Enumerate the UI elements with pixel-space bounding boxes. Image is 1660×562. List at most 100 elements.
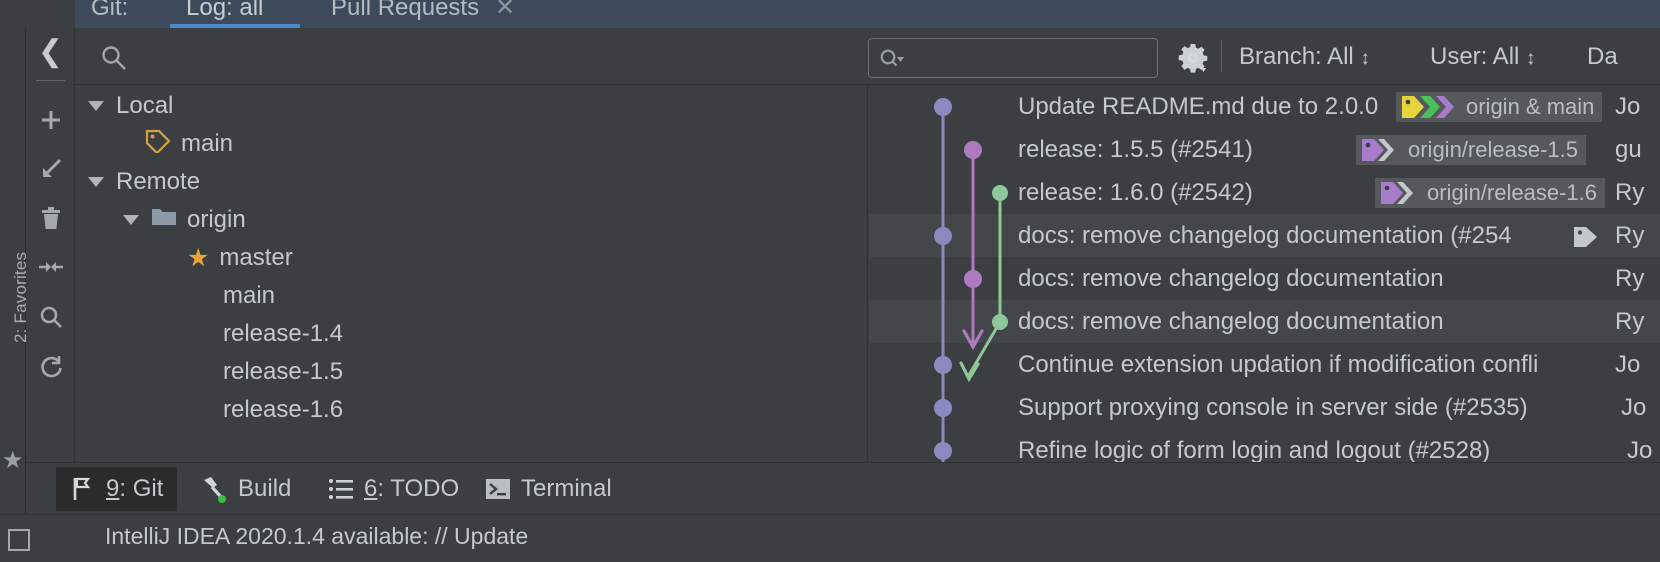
commit-subject: docs: remove changelog documentation [1018, 265, 1444, 292]
commit-graph [934, 98, 1008, 462]
commit-author: Ry [1615, 222, 1645, 249]
bottom-tab-label: 6: TODO [364, 475, 460, 502]
top-left-corner [0, 0, 75, 28]
checkout-icon[interactable] [26, 145, 75, 193]
branch-ref-badge[interactable]: origin/release-1.6 [1375, 178, 1605, 208]
branch-ref-label: origin & main [1466, 94, 1595, 119]
bottom-tab-terminal[interactable]: Terminal [471, 467, 626, 511]
commit-subject: Update README.md due to 2.0.0 [1018, 93, 1379, 120]
star-icon: ★ [187, 243, 210, 272]
bottom-tab-git[interactable]: 9: Git [56, 467, 178, 511]
filter-user-label: User: All [1430, 43, 1520, 70]
tree-node-origin-release-16[interactable]: release-1.6 [223, 391, 343, 429]
tree-node-label: release-1.6 [223, 396, 344, 423]
filter-branch[interactable]: Branch: All ↕ [1239, 40, 1370, 74]
bottom-tab-label: Build [238, 475, 292, 502]
status-bar: IntelliJ IDEA 2020.1.4 available: // Upd… [0, 514, 1660, 562]
tool-window-tabbar: Git: Log: all Pull Requests ✕ [75, 0, 1660, 28]
tab-pull-requests[interactable]: Pull Requests [325, 0, 485, 28]
branch-toolbar: ❮ [26, 28, 75, 462]
tree-node-origin-release-15[interactable]: release-1.5 [223, 353, 343, 391]
commit-subject: release: 1.6.0 (#2542) [1018, 179, 1253, 206]
commit-author: Jo [1621, 394, 1647, 421]
commit-subject: release: 1.5.5 (#2541) [1018, 136, 1253, 163]
tree-node-label: main [223, 282, 276, 309]
star-icon: ★ [2, 447, 24, 474]
trash-icon[interactable] [26, 194, 75, 242]
commit-subject: Support proxying console in server side … [1018, 394, 1528, 421]
tree-node-origin[interactable]: origin [123, 201, 246, 239]
search-dropdown-icon[interactable] [879, 47, 909, 76]
commit-author: Ry [1615, 308, 1645, 335]
commit-subject: docs: remove changelog documentation [1018, 308, 1444, 335]
tag-icon [1381, 182, 1413, 204]
tree-node-local[interactable]: Local [88, 87, 173, 125]
tag-icon [145, 129, 171, 160]
tool-window-bar: 9: Git Build 6: TODO Terminal [26, 462, 1660, 514]
bottom-tab-label: Terminal [521, 475, 612, 502]
close-icon[interactable]: ✕ [495, 0, 515, 28]
commit-author: Jo [1615, 351, 1641, 378]
filter-branch-label: Branch: All [1239, 43, 1354, 70]
commit-subject: docs: remove changelog documentation (#2… [1018, 222, 1512, 249]
tag-icon [1402, 96, 1454, 118]
toolbar-divider [36, 80, 65, 81]
commit-author: Jo [1627, 437, 1653, 462]
tree-node-origin-master[interactable]: ★ master [187, 239, 293, 277]
tree-node-label: main [181, 130, 234, 157]
log-filter-toolbar: Branch: All ↕ User: All ↕ Da [75, 28, 1660, 85]
chevron-down-icon[interactable] [123, 215, 139, 225]
filter-user[interactable]: User: All ↕ [1430, 40, 1536, 74]
gear-icon[interactable] [1177, 42, 1209, 79]
commit-subject: Refine logic of form login and logout (#… [1018, 437, 1491, 462]
hammer-icon [200, 475, 228, 503]
toolbar-separator [1221, 40, 1222, 72]
terminal-icon [485, 477, 511, 501]
list-icon [328, 478, 354, 500]
git-branch-icon [70, 476, 96, 502]
filter-date[interactable]: Da [1587, 40, 1618, 74]
tree-node-origin-main[interactable]: main [223, 277, 275, 315]
tag-icon[interactable] [1572, 225, 1602, 254]
add-icon[interactable] [26, 96, 75, 144]
refresh-icon[interactable] [26, 342, 75, 390]
commit-author: Ry [1615, 265, 1645, 292]
collapse-left-icon[interactable]: ❮ [26, 28, 75, 76]
tree-node-label: release-1.4 [223, 320, 344, 347]
tree-node-origin-release-14[interactable]: release-1.4 [223, 315, 343, 353]
chevron-down-icon[interactable] [88, 101, 104, 111]
tab-git[interactable]: Git: [85, 0, 134, 28]
branch-ref-badge[interactable]: origin/release-1.5 [1356, 135, 1586, 165]
branch-search-area[interactable] [75, 28, 868, 84]
tree-node-label: release-1.5 [223, 358, 344, 385]
tree-node-local-main[interactable]: main [145, 125, 233, 163]
search-icon[interactable] [26, 293, 75, 341]
folder-icon [151, 206, 177, 235]
chevron-down-icon[interactable] [88, 177, 104, 187]
commit-author: Jo [1615, 93, 1641, 120]
checkbox-icon[interactable] [8, 529, 30, 551]
bottom-tab-todo[interactable]: 6: TODO [314, 467, 473, 511]
tree-node-label: master [219, 244, 293, 271]
tree-node-remote[interactable]: Remote [88, 163, 200, 201]
commit-log-table[interactable]: Update README.md due to 2.0.0 origin & m… [869, 85, 1660, 462]
status-message[interactable]: IntelliJ IDEA 2020.1.4 available: // Upd… [105, 523, 528, 550]
search-input[interactable] [868, 38, 1158, 78]
branch-ref-badge[interactable]: origin & main [1396, 92, 1603, 122]
tree-node-label: origin [187, 206, 246, 233]
tag-icon [1362, 139, 1394, 161]
commit-author: Ry [1615, 179, 1645, 206]
bottom-tab-label: 9: Git [106, 475, 164, 502]
filter-date-label: Da [1587, 43, 1618, 70]
branch-ref-label: origin/release-1.5 [1408, 137, 1578, 162]
favorites-strip[interactable]: 2: Favorites ★ [0, 28, 30, 562]
bottom-tab-build[interactable]: Build [186, 467, 305, 511]
chevron-updown-icon: ↕ [1360, 48, 1370, 69]
branch-ref-label: origin/release-1.6 [1427, 180, 1597, 205]
branch-tree[interactable]: Local main Remote origin ★ master main r… [75, 85, 868, 462]
collapse-all-icon[interactable] [26, 243, 75, 291]
commit-author: gu [1615, 136, 1642, 163]
search-icon[interactable] [100, 44, 128, 77]
commit-subject: Continue extension updation if modificat… [1018, 351, 1539, 378]
chevron-updown-icon: ↕ [1526, 48, 1536, 69]
